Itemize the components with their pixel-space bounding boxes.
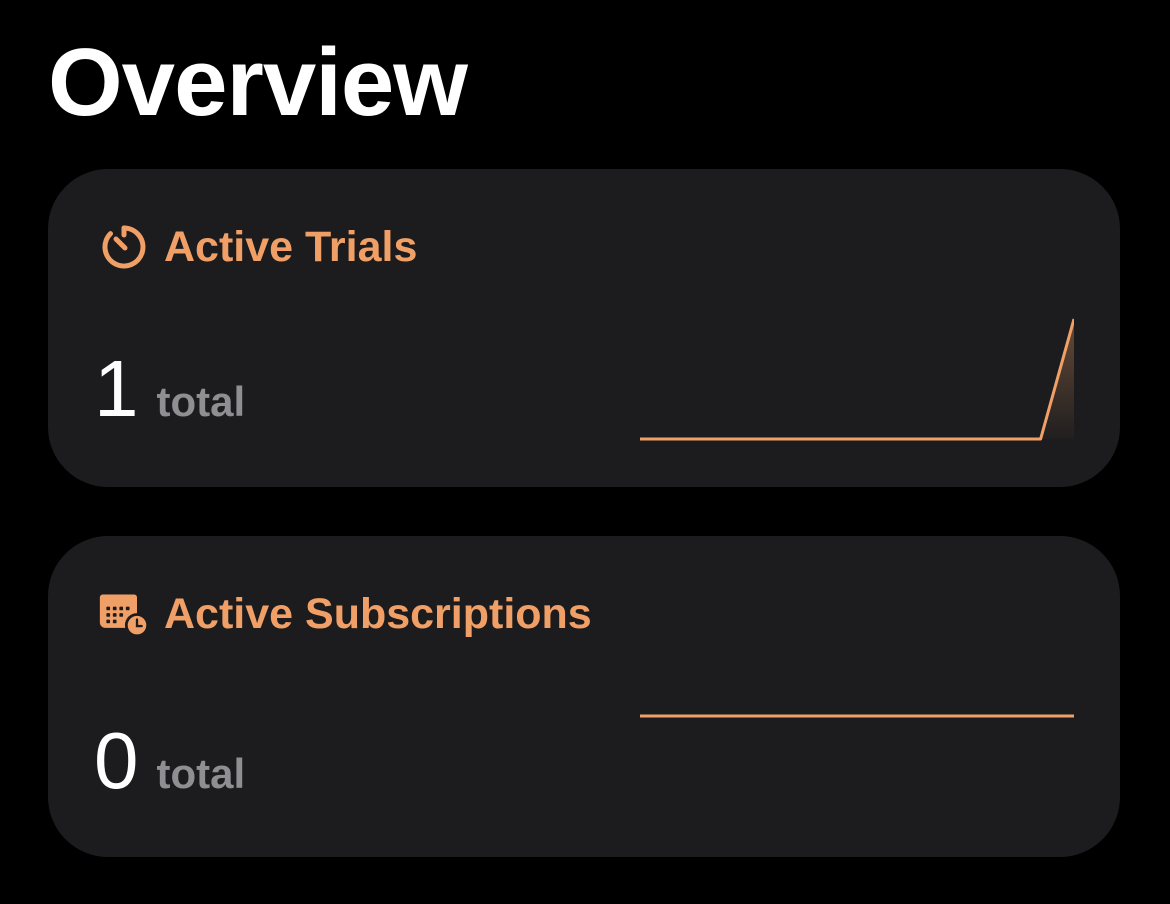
page-title: Overview <box>48 29 468 136</box>
timer-icon <box>98 221 150 273</box>
metric-value: 0 <box>94 716 139 805</box>
subscriptions-sparkline <box>640 714 1074 718</box>
card-header: Active Subscriptions <box>98 588 592 640</box>
card-header: Active Trials <box>98 221 417 273</box>
card-title: Active Trials <box>164 223 418 271</box>
sparkline-line <box>640 318 1074 441</box>
card-title: Active Subscriptions <box>164 590 592 638</box>
calendar-clock-icon <box>98 588 150 640</box>
metric-unit: total <box>156 378 246 425</box>
active-trials-card[interactable]: Active Trials 1 total <box>48 169 1120 487</box>
sparkline-area <box>640 319 1074 439</box>
active-subscriptions-card[interactable]: Active Subscriptions 0 total <box>48 536 1120 857</box>
metric-value: 1 <box>94 344 139 433</box>
metric-unit: total <box>156 750 246 797</box>
metric: 0 total <box>94 721 245 801</box>
metric: 1 total <box>94 349 245 429</box>
trials-sparkline <box>640 318 1074 441</box>
